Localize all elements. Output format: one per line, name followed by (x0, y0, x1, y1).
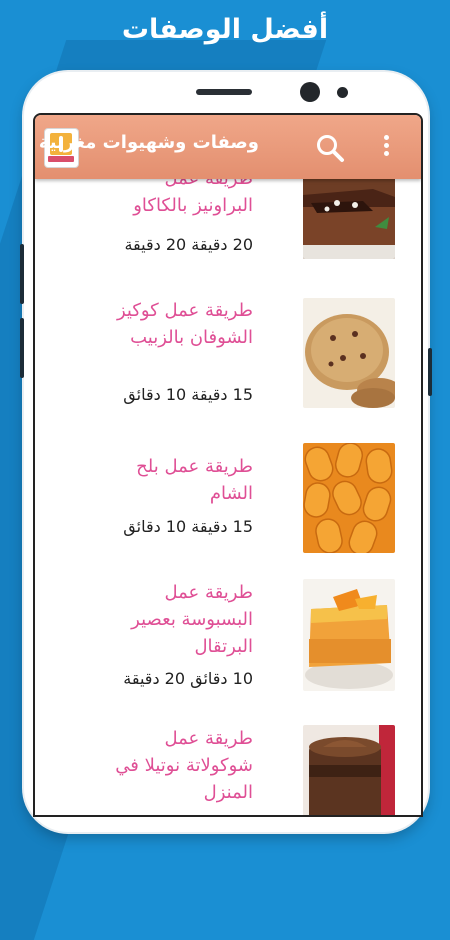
overflow-menu-icon[interactable] (381, 135, 391, 161)
recipe-time: 15 دقيقة 10 دقائق (123, 517, 253, 536)
volume-down-button (20, 318, 24, 378)
recipe-time: 20 دقيقة 20 دقيقة (124, 235, 253, 254)
balah-el-sham-image (303, 443, 395, 553)
recipe-title: طريقة عمل كوكيز الشوفان بالزبيب (116, 300, 253, 348)
front-camera (300, 82, 320, 102)
brownie-image (303, 167, 395, 259)
cookies-image (303, 298, 395, 408)
recipe-title: طريقة عمل بلح الشام (136, 456, 253, 504)
recipe-item-brownies[interactable]: طريقة عمل البراونيز بالكاكاو 20 دقيقة 20… (35, 167, 421, 286)
recipe-item-basbousa[interactable]: طريقة عمل البسبوسة بعصير البرتقال 10 دقا… (35, 567, 421, 714)
app-bar: وصفات وشهيوات مغربية (35, 115, 421, 179)
basbousa-image (303, 579, 395, 691)
recipe-title: طريقة عمل البسبوسة بعصير البرتقال (131, 582, 253, 657)
app-screen: وصفات وشهيوات مغربية البراونيز بالكاكاو … (33, 113, 423, 817)
search-icon[interactable] (315, 133, 345, 163)
recipe-time: 15 دقيقة 10 دقائق (123, 385, 253, 404)
recipe-item-balah-el-sham[interactable]: طريقة عمل بلح الشام 15 دقيقة 10 دقائق (35, 431, 421, 568)
phone-earpiece (196, 89, 252, 95)
power-button (428, 348, 432, 396)
proximity-sensor (337, 87, 348, 98)
recipe-item-nutella[interactable]: طريقة عمل شوكولاتة نوتيلا في المنزل (35, 713, 421, 815)
phone-frame: وصفات وشهيوات مغربية البراونيز بالكاكاو … (20, 72, 432, 832)
volume-up-button (20, 244, 24, 304)
recipe-time: 10 دقائق 20 دقيقة (123, 669, 253, 688)
recipe-item-oat-cookies[interactable]: طريقة عمل كوكيز الشوفان بالزبيب 15 دقيقة… (35, 285, 421, 432)
promo-title: أفضل الوصفات (121, 14, 329, 45)
nutella-image (303, 725, 395, 815)
recipe-title: طريقة عمل شوكولاتة نوتيلا في المنزل (115, 728, 253, 803)
app-title: وصفات وشهيوات مغربية (38, 132, 259, 153)
